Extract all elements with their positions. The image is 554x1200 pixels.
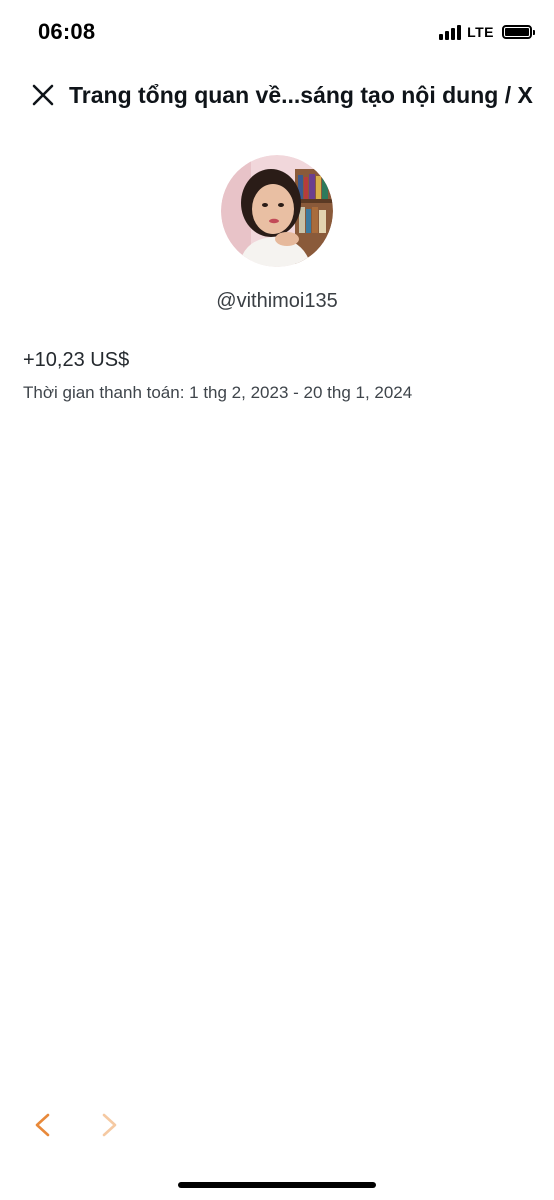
- username: @vithimoi135: [216, 290, 338, 312]
- close-icon: [32, 84, 54, 106]
- page-title: Trang tổng quan về...sáng tạo nội dung /…: [69, 82, 533, 108]
- earnings-amount: +10,23 US$: [23, 349, 130, 371]
- back-button[interactable]: [30, 1110, 56, 1140]
- forward-button[interactable]: [96, 1110, 122, 1140]
- home-indicator[interactable]: [178, 1182, 376, 1188]
- avatar-photo: [221, 155, 333, 267]
- payment-period: Thời gian thanh toán: 1 thg 2, 2023 - 20…: [23, 383, 413, 402]
- chevron-right-icon: [102, 1113, 117, 1137]
- chevron-left-icon: [35, 1113, 50, 1137]
- network-type: LTE: [467, 24, 494, 40]
- status-time: 06:08: [38, 19, 96, 44]
- close-button[interactable]: [28, 80, 58, 110]
- status-bar: 06:08 LTE: [0, 0, 554, 64]
- status-icons: LTE: [439, 24, 535, 40]
- avatar[interactable]: [221, 155, 333, 267]
- battery-icon: [502, 25, 535, 39]
- header: Trang tổng quan về...sáng tạo nội dung /…: [0, 74, 554, 116]
- signal-bars-icon: [439, 24, 462, 40]
